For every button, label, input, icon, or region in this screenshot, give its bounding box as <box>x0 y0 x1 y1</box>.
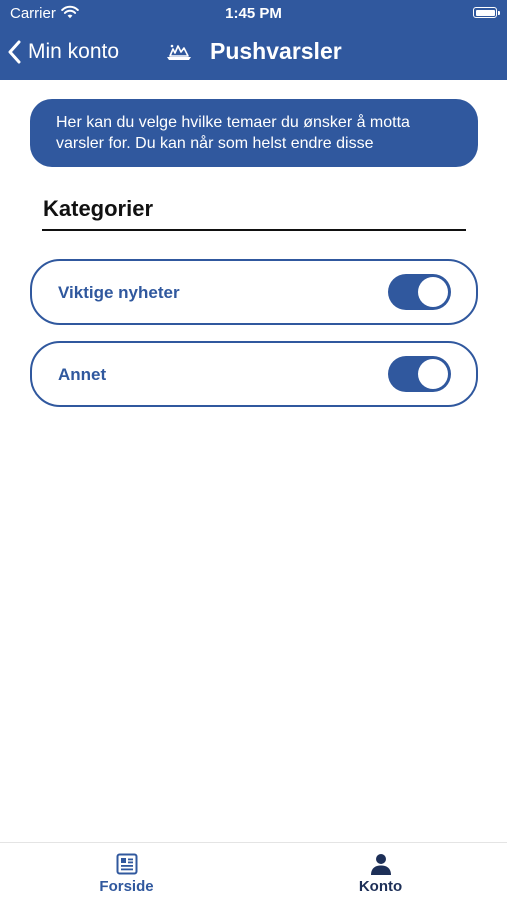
status-bar: Carrier 1:45 PM <box>0 0 507 28</box>
category-label: Annet <box>58 365 107 384</box>
navigation-bar: Min konto Pushvarsler <box>0 28 507 80</box>
logo-icon <box>166 43 192 66</box>
tab-label: Konto <box>358 878 403 895</box>
category-row-annet: Annet <box>30 341 478 407</box>
section-divider <box>42 229 466 231</box>
newspaper-icon <box>116 853 138 875</box>
category-toggle[interactable] <box>388 356 451 392</box>
tab-label: Forside <box>99 878 154 895</box>
back-button[interactable]: Min konto <box>8 36 119 68</box>
category-row-viktige-nyheter: Viktige nyheter <box>30 259 478 325</box>
app-screen: Carrier 1:45 PM Min konto Pushvarsler He… <box>0 0 507 900</box>
info-banner-text: Her kan du velge hvilke temaer du ønsker… <box>56 114 410 152</box>
toggle-knob <box>418 359 448 389</box>
toggle-knob <box>418 277 448 307</box>
header: Carrier 1:45 PM Min konto Pushvarsler <box>0 0 507 80</box>
person-icon <box>370 853 392 875</box>
tab-forside[interactable]: Forside <box>0 843 253 900</box>
category-toggle[interactable] <box>388 274 451 310</box>
category-label: Viktige nyheter <box>58 283 180 302</box>
back-button-label: Min konto <box>28 40 120 63</box>
tab-konto[interactable]: Konto <box>254 843 507 900</box>
battery-icon <box>473 7 500 18</box>
tab-bar: Forside Konto <box>0 842 507 900</box>
section-title: Kategorier <box>43 196 154 221</box>
clock: 1:45 PM <box>225 5 282 22</box>
page-title: Pushvarsler <box>210 38 342 64</box>
chevron-left-icon <box>8 40 22 64</box>
info-banner: Her kan du velge hvilke temaer du ønsker… <box>30 99 478 167</box>
